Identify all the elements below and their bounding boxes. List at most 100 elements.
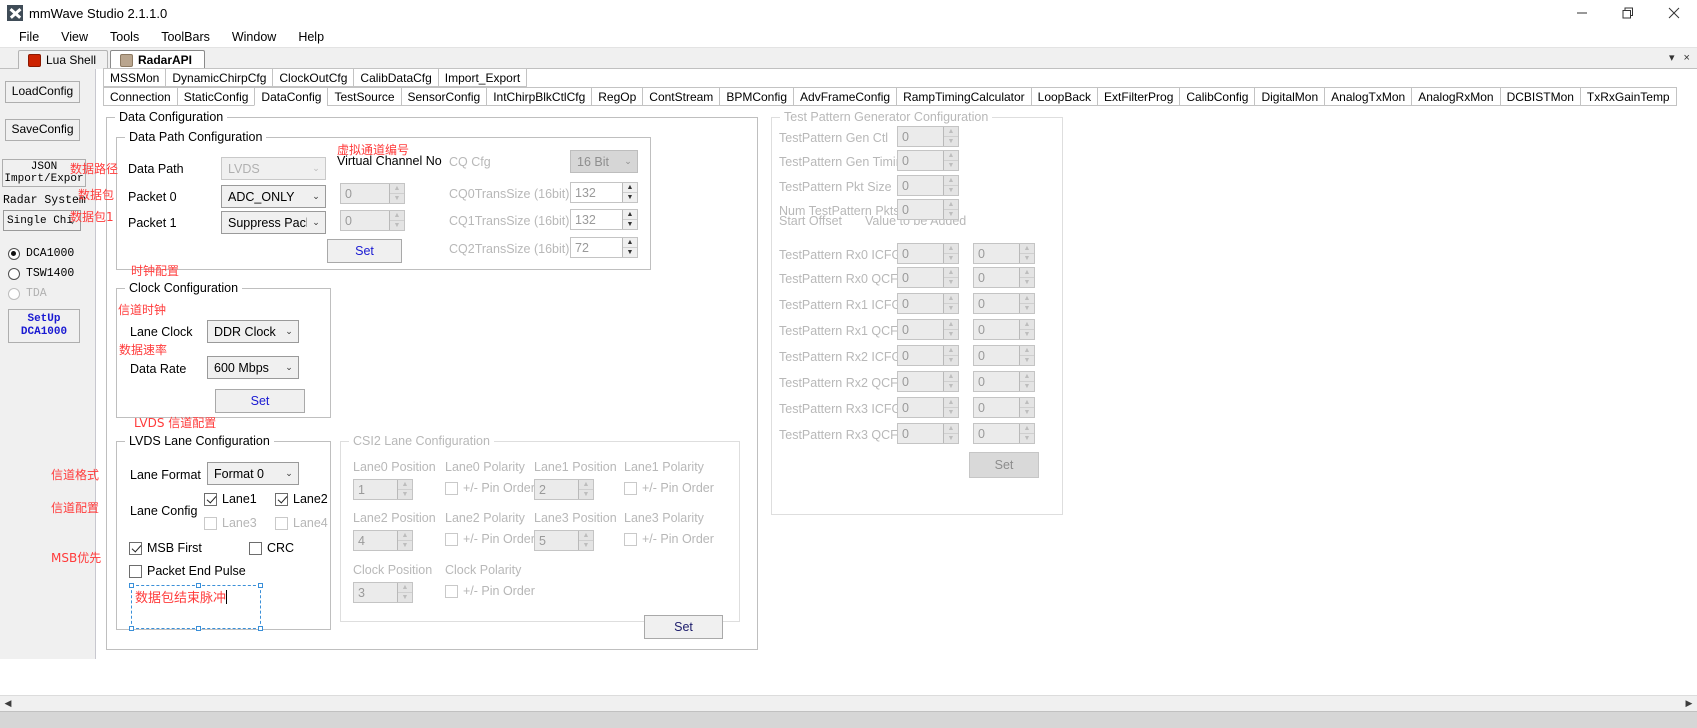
packet0-select[interactable]: ADC_ONLY ⌄ — [221, 185, 326, 208]
checkbox-lane1-polarity-box — [624, 481, 637, 495]
menu-window[interactable]: Window — [221, 28, 287, 46]
setup-dca1000-button[interactable]: SetUp DCA1000 — [8, 309, 80, 343]
checkbox-clock-polarity-box — [445, 584, 458, 598]
radio-tda: TDA — [8, 287, 47, 300]
checkbox-msb-first-label: MSB First — [147, 541, 202, 555]
subtab-loopback[interactable]: LoopBack — [1030, 87, 1099, 106]
subtab-contstream[interactable]: ContStream — [642, 87, 721, 106]
checkbox-lane4-box — [275, 516, 288, 530]
subtab-extfilterprog[interactable]: ExtFilterProg — [1097, 87, 1181, 106]
subtab-dynamicchirpcfg[interactable]: DynamicChirpCfg — [165, 68, 274, 87]
scrollbar-track[interactable] — [16, 696, 1681, 711]
testpattern-rx0-icfg-start-offset: 0 ▲ ▼ — [897, 243, 959, 264]
minimize-icon[interactable] — [1559, 0, 1605, 26]
text-caret — [226, 590, 228, 604]
data-configuration-set-button[interactable]: Set — [644, 615, 723, 639]
resize-handle-br[interactable] — [258, 626, 263, 631]
save-config-button[interactable]: SaveConfig — [5, 119, 80, 141]
subtab-dcbistmon[interactable]: DCBISTMon — [1499, 87, 1581, 106]
testpattern-set-button[interactable]: Set — [969, 452, 1039, 478]
selected-annotation-textbox[interactable]: 数据包结束脉冲 — [129, 583, 263, 631]
testpattern-rx1-qcfg-label: TestPattern Rx1 QCFG — [779, 324, 908, 338]
subtab-calibdatacfg[interactable]: CalibDataCfg — [353, 68, 439, 87]
annotation-lane-format: 信道格式 — [51, 468, 100, 482]
resize-handle-tc[interactable] — [196, 583, 201, 588]
restore-icon[interactable] — [1605, 0, 1651, 26]
data-path-set-button[interactable]: Set — [327, 239, 402, 263]
stepper-buttons: ▲ ▼ — [943, 294, 958, 313]
radarapi-icon — [120, 53, 133, 67]
testpattern-rx0-icfg-start-offset-value: 0 — [902, 246, 909, 261]
tab-radarapi[interactable]: RadarAPI — [110, 50, 205, 69]
resize-handle-bl[interactable] — [129, 626, 134, 631]
data-rate-select[interactable]: 600 Mbps ⌄ — [207, 356, 299, 379]
menu-tools[interactable]: Tools — [99, 28, 150, 46]
testpattern-rx1-qcfg-value-added-value: 0 — [978, 322, 985, 337]
load-config-button[interactable]: LoadConfig — [5, 81, 80, 103]
lane-format-select[interactable]: Format 0 ⌄ — [207, 462, 299, 485]
stepper-buttons: ▲ ▼ — [1019, 320, 1034, 339]
horizontal-scrollbar[interactable]: ◀ ▶ — [0, 695, 1697, 711]
resize-handle-bc[interactable] — [196, 626, 201, 631]
subtab-txrxgaintemp[interactable]: TxRxGainTemp — [1579, 87, 1677, 106]
lane-clock-select[interactable]: DDR Clock ⌄ — [207, 320, 299, 343]
subtab-connection[interactable]: Connection — [103, 87, 178, 106]
checkbox-lane3-label: Lane3 — [222, 516, 257, 530]
subtab-regop[interactable]: RegOp — [591, 87, 644, 106]
menu-toolbars[interactable]: ToolBars — [150, 28, 221, 46]
checkbox-crc[interactable]: CRC — [249, 541, 294, 555]
subtab-analogtxmon[interactable]: AnalogTxMon — [1324, 87, 1413, 106]
subtab-staticconfig[interactable]: StaticConfig — [176, 87, 256, 106]
testpattern-rx2-icfg-start-offset: 0 ▲ ▼ — [897, 345, 959, 366]
subtab-sensorconfig[interactable]: SensorConfig — [400, 87, 488, 106]
cq2-transsize-stepper: 72 ▲ ▼ — [570, 237, 638, 258]
checkbox-lane1[interactable]: Lane1 — [204, 492, 257, 506]
checkbox-clock-polarity: +/- Pin Order — [445, 584, 535, 598]
subtab-bpmconfig[interactable]: BPMConfig — [719, 87, 795, 106]
resize-handle-tl[interactable] — [129, 583, 134, 588]
checkbox-lane2[interactable]: Lane2 — [275, 492, 328, 506]
scroll-left-icon[interactable]: ◀ — [0, 696, 16, 711]
scroll-right-icon[interactable]: ▶ — [1681, 696, 1697, 711]
tab-lua-shell[interactable]: Lua Shell — [18, 50, 108, 69]
subtab-advframeconfig[interactable]: AdvFrameConfig — [793, 87, 898, 106]
chevron-down-icon: ⌄ — [312, 163, 320, 173]
tab-overflow-icon[interactable]: ▾ × — [1669, 51, 1693, 64]
lane0-position-value: 1 — [358, 482, 365, 497]
testpattern-rx2-qcfg-start-offset: 0 ▲ ▼ — [897, 371, 959, 392]
clock-set-button[interactable]: Set — [215, 389, 305, 413]
checkbox-lane1-label: Lane1 — [222, 492, 257, 506]
stepper-buttons: ▲ ▼ — [943, 151, 958, 170]
subtab-clockoutcfg[interactable]: ClockOutCfg — [272, 68, 355, 87]
checkbox-packet-end-pulse[interactable]: Packet End Pulse — [129, 564, 246, 578]
subtab-mssmon[interactable]: MSSMon — [103, 68, 167, 87]
testpattern-rx3-qcfg-value-added: 0 ▲ ▼ — [973, 423, 1035, 444]
clock-position-value: 3 — [358, 585, 365, 600]
testpattern-rx0-qcfg-value-added: 0 ▲ ▼ — [973, 267, 1035, 288]
subtab-analogrxmon[interactable]: AnalogRxMon — [1411, 87, 1501, 106]
subtab-testsource[interactable]: TestSource — [327, 87, 402, 106]
checkbox-lane2-polarity: +/- Pin Order — [445, 532, 535, 546]
subtab-digitalmon[interactable]: DigitalMon — [1254, 87, 1326, 106]
menu-help[interactable]: Help — [287, 28, 335, 46]
subtab-dataconfig[interactable]: DataConfig — [254, 87, 329, 106]
checkbox-msb-first[interactable]: MSB First — [129, 541, 202, 555]
packet1-select[interactable]: Suppress Pack ⌄ — [221, 211, 326, 234]
radio-tsw1400[interactable]: TSW1400 — [8, 267, 74, 280]
lane1-polarity-label: Lane1 Polarity — [624, 460, 704, 474]
annotation-lane-clock: 信道时钟 — [118, 303, 167, 317]
radio-dca1000[interactable]: DCA1000 — [8, 247, 74, 260]
group-lvds-lane-configuration-label: LVDS Lane Configuration — [129, 434, 270, 448]
lane1-position-value: 2 — [539, 482, 546, 497]
resize-handle-tr[interactable] — [258, 583, 263, 588]
close-icon[interactable] — [1651, 0, 1697, 26]
stepper-buttons: ▲ ▼ — [397, 583, 412, 602]
subtab-intchirpblkctlcfg[interactable]: IntChirpBlkCtlCfg — [486, 87, 593, 106]
menu-file[interactable]: File — [8, 28, 50, 46]
subtab-import-export[interactable]: Import_Export — [437, 68, 528, 87]
subtab-calibconfig[interactable]: CalibConfig — [1179, 87, 1256, 106]
subtab-ramptimingcalculator[interactable]: RampTimingCalculator — [896, 87, 1032, 106]
testpattern-gen-timing-value: 0 — [902, 153, 909, 168]
menu-view[interactable]: View — [50, 28, 99, 46]
lane2-position-label: Lane2 Position — [353, 511, 436, 525]
